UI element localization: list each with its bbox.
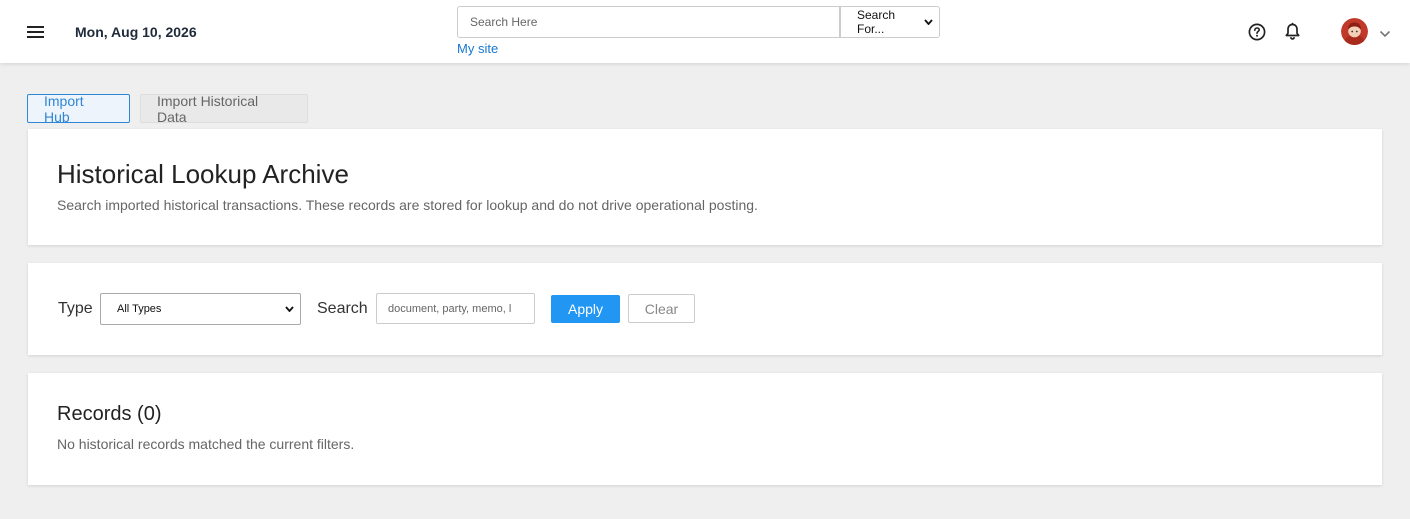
type-filter-value: All Types — [117, 303, 162, 315]
page-description: Search imported historical transactions.… — [57, 197, 758, 213]
records-card: Records (0) No historical records matche… — [28, 373, 1382, 485]
chevron-down-icon — [924, 17, 933, 28]
filter-card: Type All Types Search Apply Clear — [28, 263, 1382, 355]
records-empty-message: No historical records matched the curren… — [57, 436, 355, 452]
menu-icon[interactable] — [26, 23, 46, 40]
type-filter-label: Type — [58, 300, 93, 317]
search-scope-select[interactable]: Search For... — [840, 6, 940, 38]
tab-import-historical-data[interactable]: Import Historical Data — [140, 93, 308, 125]
top-bar: Mon, Aug 10, 2026 Search For... My site — [0, 0, 1410, 63]
chevron-down-icon — [285, 304, 294, 315]
help-icon[interactable] — [1248, 23, 1266, 41]
current-date: Mon, Aug 10, 2026 — [75, 24, 197, 40]
search-scope-value: Search For... — [857, 8, 896, 36]
page-header-card: Historical Lookup Archive Search importe… — [28, 129, 1382, 245]
tab-import-hub[interactable]: Import Hub — [27, 93, 130, 125]
bell-icon[interactable] — [1283, 22, 1302, 41]
clear-button[interactable]: Clear — [628, 294, 695, 323]
records-title: Records (0) — [57, 403, 162, 425]
user-avatar[interactable] — [1341, 18, 1368, 45]
account-chevron-down-icon[interactable] — [1379, 26, 1391, 38]
apply-button[interactable]: Apply — [551, 295, 620, 323]
my-site-link[interactable]: My site — [457, 41, 498, 56]
type-filter-select[interactable]: All Types — [100, 293, 301, 325]
page-title: Historical Lookup Archive — [57, 159, 349, 189]
search-filter-label: Search — [317, 300, 368, 317]
global-search-input[interactable] — [457, 6, 840, 38]
search-filter-input[interactable] — [376, 293, 535, 324]
